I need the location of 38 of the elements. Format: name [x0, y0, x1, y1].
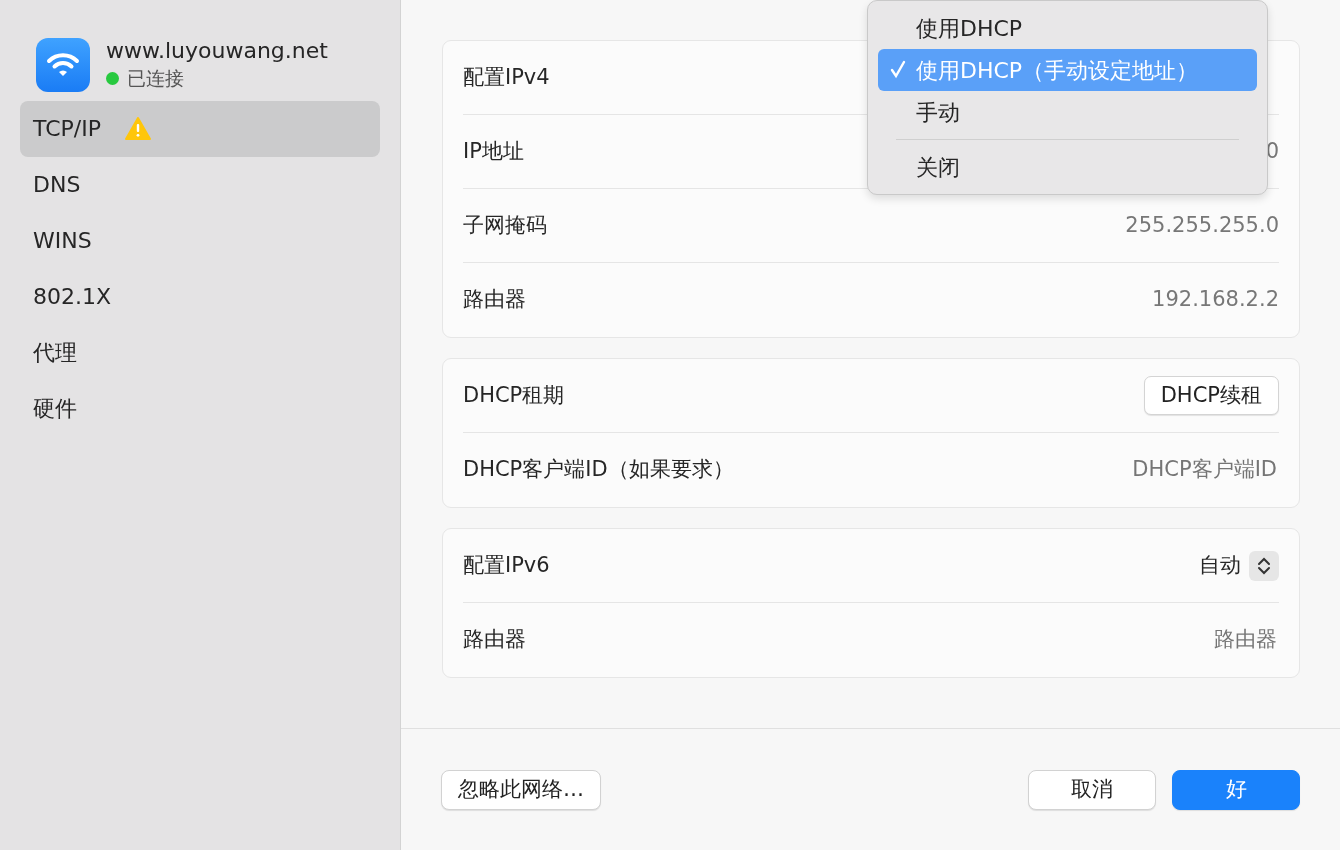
sidebar-item[interactable]: 代理	[20, 324, 380, 381]
setting-label: DHCP租期	[463, 381, 565, 409]
checkmark-icon	[890, 58, 906, 80]
menu-item[interactable]: 手动	[878, 91, 1257, 133]
forget-network-button[interactable]: 忽略此网络…	[441, 769, 601, 810]
text-field[interactable]: DHCP客户端ID	[879, 453, 1279, 487]
sidebar-item-label: 802.1X	[33, 283, 112, 311]
sidebar-item-label: TCP/IP	[33, 115, 101, 143]
sidebar-item[interactable]: WINS	[20, 212, 380, 269]
text-field[interactable]: 路由器	[879, 623, 1279, 657]
warning-icon	[124, 117, 151, 140]
sidebar-item[interactable]: DNS	[20, 156, 380, 213]
ok-button[interactable]: 好	[1172, 769, 1300, 810]
wifi-icon	[36, 38, 90, 93]
setting-label: 配置IPv6	[463, 551, 550, 579]
sidebar-item[interactable]: 硬件	[20, 380, 380, 437]
connection-status: 已连接	[127, 66, 184, 91]
setting-value: 192.168.2.2	[1152, 286, 1279, 314]
setting-label: IP地址	[463, 137, 524, 165]
setting-label: 路由器	[463, 286, 526, 314]
setting-label: 路由器	[463, 626, 526, 654]
menu-item[interactable]: 使用DHCP	[878, 7, 1257, 49]
setting-label: 子网掩码	[463, 211, 547, 239]
renew-button[interactable]: DHCP续租	[1143, 375, 1279, 416]
sidebar-item[interactable]: 802.1X	[20, 268, 380, 325]
network-name: www.luyouwang.net	[106, 38, 328, 64]
cancel-button[interactable]: 取消	[1028, 769, 1156, 810]
setting-value: 255.255.255.0	[1125, 211, 1279, 239]
setting-label: DHCP客户端ID（如果要求）	[463, 456, 734, 484]
setting-label: 配置IPv4	[463, 63, 550, 91]
sidebar-item-label: 硬件	[33, 395, 77, 423]
sidebar-item-label: 代理	[33, 339, 77, 367]
sidebar-item-label: WINS	[33, 227, 92, 255]
sidebar-item-label: DNS	[33, 171, 81, 199]
popup-value[interactable]: 自动	[1199, 549, 1241, 582]
menu-item[interactable]: 关闭	[878, 146, 1257, 188]
stepper-icon[interactable]	[1249, 550, 1279, 581]
sidebar-item[interactable]: TCP/IP	[20, 100, 380, 157]
